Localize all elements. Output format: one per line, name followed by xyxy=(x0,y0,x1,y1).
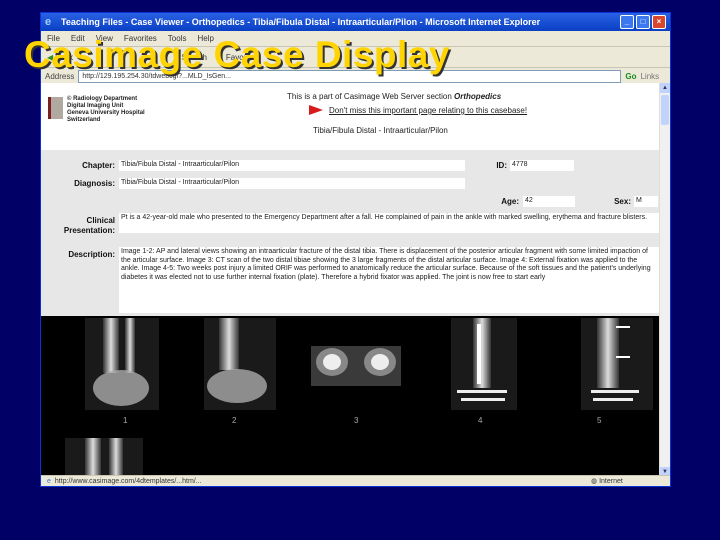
intro-line: This is a part of Casimage Web Server se… xyxy=(287,92,455,101)
zone-label: Internet xyxy=(599,478,623,485)
image-number: 1 xyxy=(123,416,128,425)
unit-line: Digital Imaging Unit xyxy=(67,103,124,109)
minimize-button[interactable]: _ xyxy=(620,15,634,29)
unit-line: Geneva University Hospital xyxy=(67,110,145,116)
clinical-value: Pt is a 42-year-old male who presented t… xyxy=(119,213,659,233)
ie-logo-icon: e xyxy=(45,16,52,28)
image-number: 5 xyxy=(597,416,602,425)
page-icon: e xyxy=(47,477,51,485)
go-button[interactable]: Go xyxy=(625,72,636,81)
xray-image-2[interactable] xyxy=(204,318,276,410)
scroll-up-icon[interactable]: ▲ xyxy=(660,83,670,93)
window-title: Teaching Files - Case Viewer - Orthopedi… xyxy=(61,17,541,27)
image-strip: 1 2 3 4 5 xyxy=(41,316,662,477)
case-info-panel: Chapter: Tibia/Fibula Distal - Intraarti… xyxy=(41,150,662,316)
globe-icon: ◍ xyxy=(591,478,598,485)
sex-value: M xyxy=(634,196,658,207)
description-label: Description: xyxy=(68,250,115,259)
page-content: © Radiology Department Digital Imaging U… xyxy=(41,83,662,477)
description-value: Image 1-2: AP and lateral views showing … xyxy=(119,247,659,313)
status-zone: ◍ Internet xyxy=(591,477,623,485)
sex-label: Sex: xyxy=(614,197,631,206)
page-subtitle: Tibia/Fibula Distal - Intraarticular/Pil… xyxy=(313,126,448,135)
unit-info: © Radiology Department Digital Imaging U… xyxy=(67,96,145,124)
links-label[interactable]: Links xyxy=(640,72,659,81)
specialty-link[interactable]: Orthopedics xyxy=(454,92,501,101)
scroll-thumb[interactable] xyxy=(661,95,669,125)
age-label: Age: xyxy=(501,197,519,206)
maximize-button[interactable]: □ xyxy=(636,15,650,29)
intro-text: This is a part of Casimage Web Server se… xyxy=(287,92,501,101)
diagnosis-value: Tibia/Fibula Distal - Intraarticular/Pil… xyxy=(119,178,465,189)
status-bar: e http://www.casimage.com/4dtemplates/..… xyxy=(41,475,670,486)
image-number: 2 xyxy=(232,416,237,425)
clinical-label: Clinical Presentation: xyxy=(63,216,115,235)
xray-image-1[interactable] xyxy=(85,318,159,410)
id-value: 4778 xyxy=(510,160,574,171)
slide-title: Casimage Case Display xyxy=(24,34,450,75)
xray-image-4[interactable] xyxy=(451,318,517,410)
diagnosis-label: Diagnosis: xyxy=(74,179,115,188)
xray-image-5[interactable] xyxy=(581,318,653,410)
id-label: ID: xyxy=(496,161,507,170)
xray-image-6[interactable] xyxy=(65,438,143,477)
red-arrow-icon xyxy=(309,105,323,115)
chapter-value: Tibia/Fibula Distal - Intraarticular/Pil… xyxy=(119,160,465,171)
title-bar: e Teaching Files - Case Viewer - Orthope… xyxy=(41,13,670,31)
hospital-logo-icon xyxy=(48,97,63,119)
vertical-scrollbar[interactable]: ▲ ▼ xyxy=(659,83,670,477)
age-value: 42 xyxy=(523,196,575,207)
dont-miss-link[interactable]: Don't miss this important page relating … xyxy=(329,106,527,115)
unit-line: Switzerland xyxy=(67,117,101,123)
page-header: © Radiology Department Digital Imaging U… xyxy=(41,83,662,143)
browser-window: e Teaching Files - Case Viewer - Orthope… xyxy=(40,12,671,487)
xray-thumbnails xyxy=(65,318,653,477)
close-button[interactable]: × xyxy=(652,15,666,29)
image-number: 4 xyxy=(478,416,483,425)
chapter-label: Chapter: xyxy=(82,161,115,170)
ct-image-3[interactable] xyxy=(311,346,401,386)
image-number: 3 xyxy=(354,416,359,425)
unit-line: © Radiology Department xyxy=(67,96,138,102)
status-url: http://www.casimage.com/4dtemplates/...h… xyxy=(54,477,202,485)
